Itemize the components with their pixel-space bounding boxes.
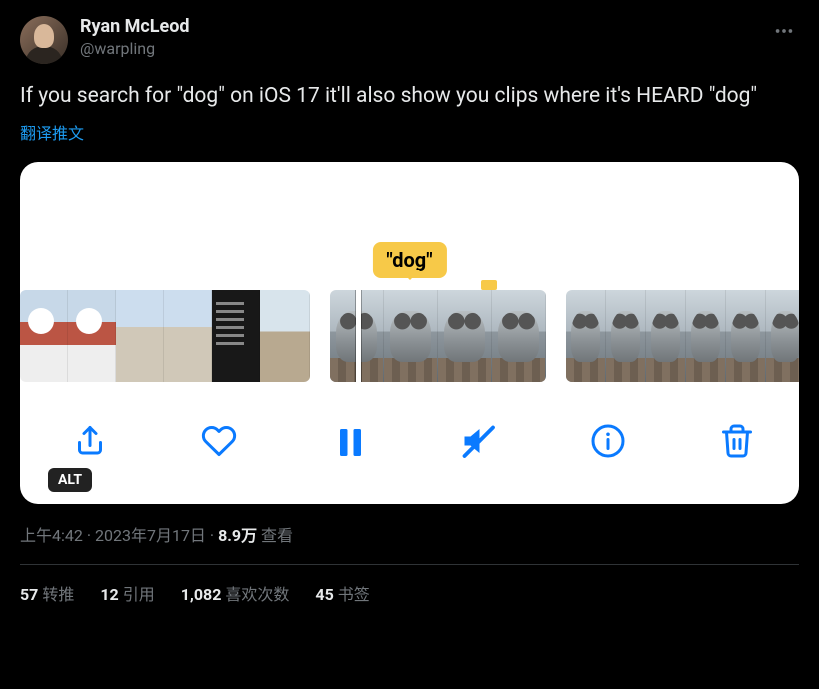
likes-stat[interactable]: 1,082喜欢次数 xyxy=(181,581,290,605)
share-icon[interactable] xyxy=(72,423,108,459)
clip-frame xyxy=(164,290,212,382)
views-count: 8.9万 xyxy=(218,526,257,545)
media-attachment[interactable]: "dog" xyxy=(20,162,799,504)
heart-icon[interactable] xyxy=(201,423,237,459)
clip-group[interactable] xyxy=(566,290,799,382)
timeline-marker xyxy=(481,280,497,290)
bookmarks-stat[interactable]: 45书签 xyxy=(315,581,369,605)
author-names[interactable]: Ryan McLeod @warpling xyxy=(80,16,757,59)
tweet-time[interactable]: 上午4:42 xyxy=(20,526,83,545)
tag-pointer-icon xyxy=(400,270,420,280)
clip-frame xyxy=(438,290,492,382)
clip-frame xyxy=(686,290,726,382)
clip-frame xyxy=(116,290,164,382)
translate-link[interactable]: 翻译推文 xyxy=(20,120,799,144)
tweet-text: If you search for "dog" on iOS 17 it'll … xyxy=(20,82,799,110)
clip-frame xyxy=(20,290,68,382)
trash-icon[interactable] xyxy=(719,423,755,459)
info-icon[interactable] xyxy=(590,423,626,459)
pause-icon[interactable] xyxy=(331,423,367,459)
clip-group[interactable] xyxy=(330,290,546,382)
clip-frame xyxy=(260,290,310,382)
clip-frame xyxy=(492,290,546,382)
display-name: Ryan McLeod xyxy=(80,16,757,39)
tweet-date[interactable]: 2023年7月17日 xyxy=(95,526,206,545)
views-label: 查看 xyxy=(257,526,293,545)
avatar[interactable] xyxy=(20,16,68,64)
clip-frame xyxy=(766,290,799,382)
media-toolbar xyxy=(20,414,799,468)
video-timeline[interactable] xyxy=(20,290,799,382)
clip-frame xyxy=(212,290,260,382)
user-handle: @warpling xyxy=(80,39,757,59)
clip-frame xyxy=(68,290,116,382)
playhead[interactable] xyxy=(356,290,361,382)
clip-frame xyxy=(384,290,438,382)
retweets-stat[interactable]: 57转推 xyxy=(20,581,74,605)
tweet-container: Ryan McLeod @warpling If you search for … xyxy=(0,0,819,605)
more-icon[interactable] xyxy=(769,16,799,51)
alt-badge[interactable]: ALT xyxy=(48,468,92,492)
quotes-stat[interactable]: 12引用 xyxy=(100,581,154,605)
clip-group[interactable] xyxy=(20,290,310,382)
clip-frame xyxy=(726,290,766,382)
clip-frame xyxy=(606,290,646,382)
engagement-row: 57转推 12引用 1,082喜欢次数 45书签 xyxy=(20,565,799,605)
mute-icon[interactable] xyxy=(460,423,496,459)
tweet-header: Ryan McLeod @warpling xyxy=(20,16,799,64)
clip-frame xyxy=(646,290,686,382)
clip-frame xyxy=(566,290,606,382)
tweet-meta: 上午4:42 · 2023年7月17日 · 8.9万 查看 xyxy=(20,522,799,546)
